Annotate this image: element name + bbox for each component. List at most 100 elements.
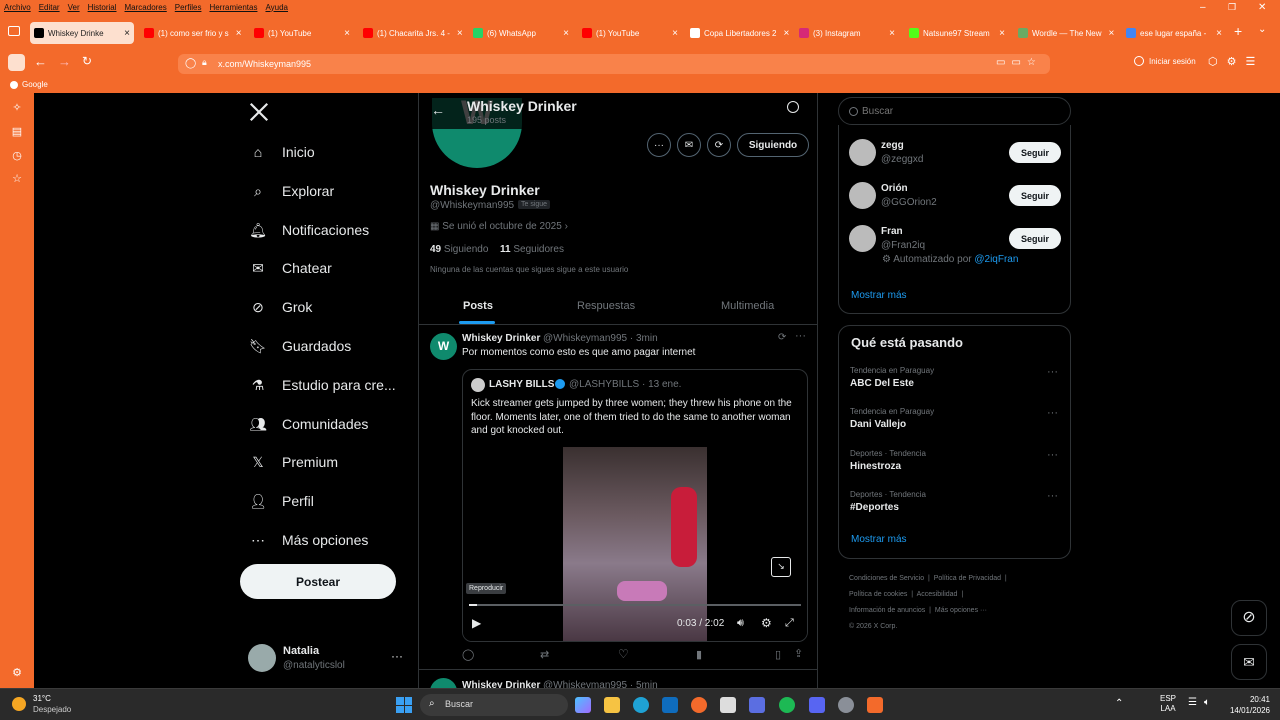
- browser-tab[interactable]: Natsune97 Stream ×: [905, 22, 1009, 44]
- back-icon[interactable]: ←: [34, 54, 47, 69]
- menu-historial[interactable]: Historial: [88, 3, 117, 12]
- footer-terms[interactable]: Condiciones de Servicio: [849, 575, 924, 582]
- search-icon[interactable]: [787, 101, 799, 113]
- trend-item[interactable]: Tendencia en Paraguay Dani Vallejo ···: [839, 407, 1070, 443]
- bookmarks-panel-icon[interactable]: ▤: [10, 125, 24, 139]
- sidebar-toggle-icon[interactable]: [8, 54, 25, 71]
- tab-close-icon[interactable]: ×: [1213, 28, 1222, 39]
- trend-more-icon[interactable]: ···: [1047, 366, 1058, 378]
- menu-marcadores[interactable]: Marcadores: [125, 3, 167, 12]
- search-box[interactable]: [838, 97, 1071, 125]
- spotify-icon[interactable]: [779, 697, 795, 713]
- follow-button[interactable]: Seguir: [1009, 142, 1061, 163]
- footer-more[interactable]: Más opciones ···: [935, 607, 987, 614]
- like-icon[interactable]: ♡: [618, 647, 629, 661]
- url-bar[interactable]: ◯ 🔒︎ x.com/Whiskeyman995 ▭▭☆: [178, 54, 1050, 74]
- grok-fab[interactable]: ⊘: [1231, 600, 1267, 636]
- follow-button[interactable]: Seguir: [1009, 228, 1061, 249]
- taskbar-search[interactable]: ⌕ Buscar: [420, 694, 568, 716]
- reply-icon[interactable]: ◯: [462, 648, 474, 661]
- browser-tab[interactable]: ese lugar españa - ×: [1122, 22, 1226, 44]
- more-icon[interactable]: ···: [391, 649, 403, 663]
- menu-editar[interactable]: Editar: [39, 3, 60, 12]
- follow-suggestion[interactable]: Fran @Fran2iq Seguir ⚙ Automatizado por @2i…: [839, 221, 1070, 265]
- progress-track[interactable]: [469, 604, 801, 606]
- tab-close-icon[interactable]: ×: [121, 28, 130, 39]
- tweet-author[interactable]: Whiskey Drinker: [462, 333, 540, 344]
- following-button[interactable]: Siguiendo: [737, 133, 809, 157]
- tweet-avatar[interactable]: W: [430, 333, 457, 360]
- followers-stat[interactable]: 11 Seguidores: [500, 244, 564, 255]
- video-frame[interactable]: [563, 447, 707, 641]
- footer-accessibility[interactable]: Accesibilidad: [917, 591, 958, 598]
- copilot-icon[interactable]: [575, 697, 591, 713]
- repost-icon[interactable]: ⇄: [540, 648, 549, 661]
- automated-link[interactable]: @2iqFran: [974, 254, 1018, 265]
- page-action-icons[interactable]: ▭▭☆: [996, 57, 1042, 68]
- shield-icon[interactable]: ◯: [185, 58, 196, 69]
- nav-premium[interactable]: 𝕏 Premium: [248, 447, 338, 477]
- nav-communities[interactable]: 👥︎ Comunidades: [248, 409, 368, 439]
- browser-tab[interactable]: Copa Libertadores 2 ×: [686, 22, 790, 44]
- steam-icon[interactable]: [838, 697, 854, 713]
- grok-icon[interactable]: ⟳: [778, 332, 786, 343]
- active-app-icon[interactable]: [867, 697, 883, 713]
- nav-creator-studio[interactable]: ⚗ Estudio para cre...: [248, 370, 396, 400]
- search-input[interactable]: [862, 103, 1052, 119]
- network-icon[interactable]: ☰: [1188, 697, 1197, 708]
- follow-suggestion[interactable]: Orión @GGOrion2 Seguir: [839, 178, 1070, 218]
- tweet-more-icon[interactable]: ···: [795, 330, 806, 342]
- tab-posts[interactable]: Posts: [463, 300, 493, 312]
- weather-temp[interactable]: 31°C: [33, 694, 51, 703]
- following-stat[interactable]: 49 Siguiendo: [430, 244, 488, 255]
- settings-icon[interactable]: ⚙: [10, 666, 24, 680]
- bookmark-icon[interactable]: ▯: [775, 648, 781, 661]
- share-icon[interactable]: ⇪: [794, 647, 803, 660]
- ai-icon[interactable]: ✧: [10, 101, 24, 115]
- menu-archivo[interactable]: Archivo: [4, 3, 31, 12]
- footer-privacy[interactable]: Política de Privacidad: [934, 575, 1001, 582]
- maximize-icon[interactable]: ❐: [1228, 2, 1236, 13]
- footer-ads[interactable]: Información de anuncios: [849, 607, 925, 614]
- browser-tab[interactable]: (1) YouTube ×: [578, 22, 682, 44]
- history-icon[interactable]: ◷: [10, 149, 24, 163]
- tab-close-icon[interactable]: ×: [454, 28, 463, 39]
- browser-tab[interactable]: (6) WhatsApp ×: [469, 22, 573, 44]
- footer-cookies[interactable]: Política de cookies: [849, 591, 907, 598]
- browser-tab[interactable]: (1) como ser frio y s ×: [140, 22, 244, 44]
- tab-close-icon[interactable]: ×: [1106, 28, 1115, 39]
- windows-start-icon[interactable]: [396, 697, 412, 713]
- extensions-icons[interactable]: ⬡⚙☰: [1208, 55, 1264, 68]
- nav-more-options[interactable]: ⋯ Más opciones: [248, 525, 368, 555]
- tray-chevron-icon[interactable]: ⌃: [1115, 698, 1123, 709]
- tab-dropdown-icon[interactable]: ⌄: [1258, 24, 1266, 35]
- tab-close-icon[interactable]: ×: [669, 28, 678, 39]
- video-settings-icon[interactable]: ⚙: [761, 616, 772, 630]
- tab-close-icon[interactable]: ×: [996, 28, 1005, 39]
- tab-close-icon[interactable]: ×: [781, 28, 790, 39]
- trend-item[interactable]: Deportes · Tendencia Hinestroza ···: [839, 449, 1070, 485]
- menu-perfiles[interactable]: Perfiles: [175, 3, 202, 12]
- quoted-tweet[interactable]: LASHY BILLS @LASHYBILLS · 13 ene. Kick s…: [462, 369, 808, 642]
- fullscreen-icon[interactable]: ⤢: [785, 617, 794, 630]
- signin-label[interactable]: Iniciar sesión: [1149, 57, 1196, 66]
- app-icon[interactable]: [720, 697, 736, 713]
- browser-tab[interactable]: (3) Instagram ×: [795, 22, 899, 44]
- trend-more-icon[interactable]: ···: [1047, 407, 1058, 419]
- browser-tab[interactable]: Wordle — The New ×: [1014, 22, 1118, 44]
- menu-ayuda[interactable]: Ayuda: [265, 3, 288, 12]
- discord-icon[interactable]: [809, 697, 825, 713]
- close-window-icon[interactable]: ✕: [1258, 2, 1266, 13]
- tab-replies[interactable]: Respuestas: [577, 300, 635, 312]
- trend-item[interactable]: Deportes · Tendencia #Deportes ···: [839, 490, 1070, 526]
- message-icon[interactable]: ✉: [677, 133, 701, 157]
- forward-icon[interactable]: →: [58, 54, 71, 69]
- file-explorer-icon[interactable]: [604, 697, 620, 713]
- outlook-icon[interactable]: [662, 697, 678, 713]
- messages-fab[interactable]: ✉: [1231, 644, 1267, 680]
- follow-suggestion[interactable]: zegg @zeggxd Seguir: [839, 135, 1070, 175]
- account-switcher[interactable]: Natalia @natalyticslol ···: [248, 643, 408, 675]
- trend-item[interactable]: Tendencia en Paraguay ABC Del Este ···: [839, 366, 1070, 402]
- nav-bookmarks[interactable]: 🔖︎ Guardados: [248, 331, 351, 361]
- tab-media[interactable]: Multimedia: [721, 300, 774, 312]
